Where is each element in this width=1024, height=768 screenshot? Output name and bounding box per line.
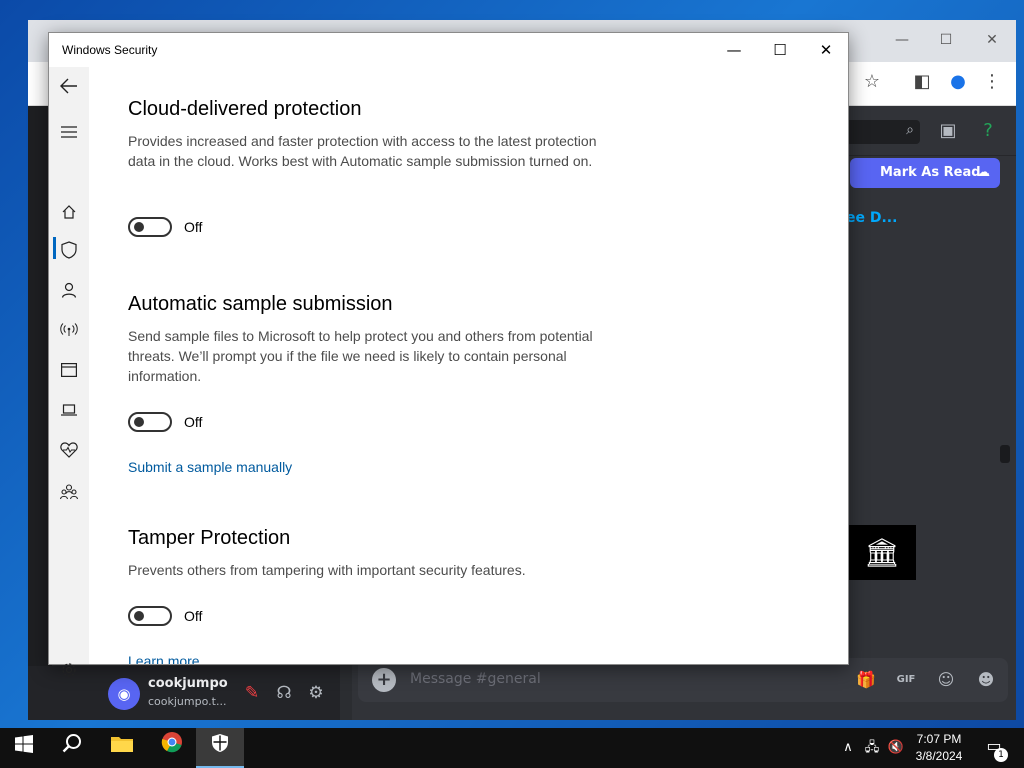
windows-security-icon[interactable] bbox=[196, 728, 244, 768]
sample-submission-toggle[interactable] bbox=[128, 412, 172, 432]
mark-read-icon: ☁ bbox=[977, 165, 990, 180]
user-status: cookjumpo.t... bbox=[148, 695, 227, 708]
headphones-icon[interactable]: ☊ bbox=[272, 683, 296, 705]
tamper-protection-description: Prevents others from tampering with impo… bbox=[128, 562, 526, 578]
start-icon[interactable] bbox=[0, 728, 48, 768]
tamper-protection-toggle[interactable] bbox=[128, 606, 172, 626]
bookmark-star-icon[interactable]: ☆ bbox=[860, 70, 884, 94]
file-explorer-icon[interactable] bbox=[98, 728, 146, 768]
network-icon[interactable]: 🖧 bbox=[862, 738, 882, 758]
username: cookjumpo bbox=[148, 676, 228, 691]
cloud-protection-description: Provides increased and faster protection… bbox=[128, 133, 597, 169]
add-attachment-icon[interactable]: + bbox=[372, 668, 396, 692]
volume-muted-icon[interactable]: 🔇 bbox=[886, 738, 906, 758]
clock-date: 3/8/2024 bbox=[915, 749, 963, 763]
discord-avatar[interactable]: ◉ bbox=[108, 678, 140, 710]
browser-minimize-button[interactable]: — bbox=[890, 30, 914, 50]
toggle-knob bbox=[134, 222, 144, 232]
emoji-icon[interactable]: ☻ bbox=[974, 668, 998, 692]
profile-icon[interactable]: ● bbox=[946, 70, 970, 94]
window-title: Windows Security bbox=[62, 43, 158, 57]
shield-icon[interactable] bbox=[49, 235, 89, 263]
home-icon[interactable] bbox=[49, 197, 89, 225]
chevron-up-icon[interactable]: ∧ bbox=[838, 738, 858, 758]
sample-submission-heading: Automatic sample submission bbox=[128, 293, 393, 315]
cloud-protection-toggle[interactable] bbox=[128, 217, 172, 237]
mark-as-read-label: Mark As Read bbox=[880, 165, 981, 180]
browser-maximize-button[interactable]: ☐ bbox=[934, 30, 958, 50]
tamper-protection-heading: Tamper Protection bbox=[128, 527, 291, 549]
clock-time: 7:07 PM bbox=[916, 732, 962, 746]
learn-more-link[interactable]: Learn more bbox=[128, 653, 200, 664]
gear-icon[interactable] bbox=[49, 655, 89, 683]
gif-button[interactable]: GIF bbox=[894, 668, 918, 692]
tamper-protection-state: Off bbox=[184, 608, 203, 624]
wireless-network-icon[interactable] bbox=[49, 315, 89, 343]
title-bar: Windows Security — ☐ ✕ bbox=[49, 33, 848, 67]
see-link[interactable]: ee D... bbox=[846, 210, 897, 226]
browser-menu-icon[interactable]: ⋮ bbox=[980, 70, 1004, 94]
person-icon[interactable] bbox=[49, 275, 89, 303]
submit-sample-link[interactable]: Submit a sample manually bbox=[128, 459, 292, 475]
navigation-rail bbox=[49, 67, 89, 677]
inbox-icon[interactable]: ▣ bbox=[936, 119, 960, 143]
app-browser-icon[interactable] bbox=[49, 355, 89, 383]
mark-as-read-button[interactable]: Mark As Read ☁ bbox=[850, 158, 1000, 188]
cloud-protection-state: Off bbox=[184, 219, 203, 235]
chrome-icon[interactable] bbox=[148, 728, 196, 768]
sticker-icon[interactable]: ☺ bbox=[934, 668, 958, 692]
mute-microphone-icon[interactable]: ✎ bbox=[240, 683, 264, 705]
taskbar: ∧ 🖧 🔇 7:07 PM 3/8/2024 ▭ 1 bbox=[0, 728, 1024, 768]
side-panel-icon[interactable]: ◧ bbox=[910, 70, 934, 94]
minimize-button[interactable]: — bbox=[711, 33, 757, 67]
user-settings-icon[interactable]: ⚙ bbox=[304, 683, 328, 705]
sample-submission-state: Off bbox=[184, 414, 203, 430]
hamburger-menu-icon[interactable] bbox=[49, 117, 89, 145]
search-icon[interactable] bbox=[48, 728, 96, 768]
back-arrow-icon[interactable] bbox=[49, 71, 89, 99]
sample-submission-description: Send sample files to Microsoft to help p… bbox=[128, 328, 593, 384]
toggle-knob bbox=[134, 611, 144, 621]
settings-content: Cloud-delivered protection Provides incr… bbox=[89, 67, 848, 664]
cloud-protection-heading: Cloud-delivered protection bbox=[128, 98, 362, 120]
embed-image-icon[interactable]: 🏛 bbox=[848, 525, 916, 580]
windows-security-window: Windows Security — ☐ ✕ Cloud-delivered p… bbox=[48, 32, 849, 677]
message-input[interactable]: Message #general bbox=[410, 671, 541, 687]
heart-pulse-icon[interactable] bbox=[49, 435, 89, 463]
search-icon: ⌕ bbox=[906, 122, 914, 138]
system-clock[interactable]: 7:07 PM 3/8/2024 bbox=[904, 731, 974, 765]
laptop-icon[interactable] bbox=[49, 395, 89, 423]
toggle-knob bbox=[134, 417, 144, 427]
close-button[interactable]: ✕ bbox=[803, 33, 849, 67]
family-icon[interactable] bbox=[49, 477, 89, 505]
notification-badge: 1 bbox=[994, 748, 1008, 762]
help-icon[interactable]: ? bbox=[976, 119, 1000, 143]
browser-close-button[interactable]: ✕ bbox=[980, 30, 1004, 50]
scrollbar-thumb[interactable] bbox=[1000, 445, 1010, 463]
gift-icon[interactable]: 🎁 bbox=[854, 668, 878, 692]
maximize-button[interactable]: ☐ bbox=[757, 33, 803, 67]
